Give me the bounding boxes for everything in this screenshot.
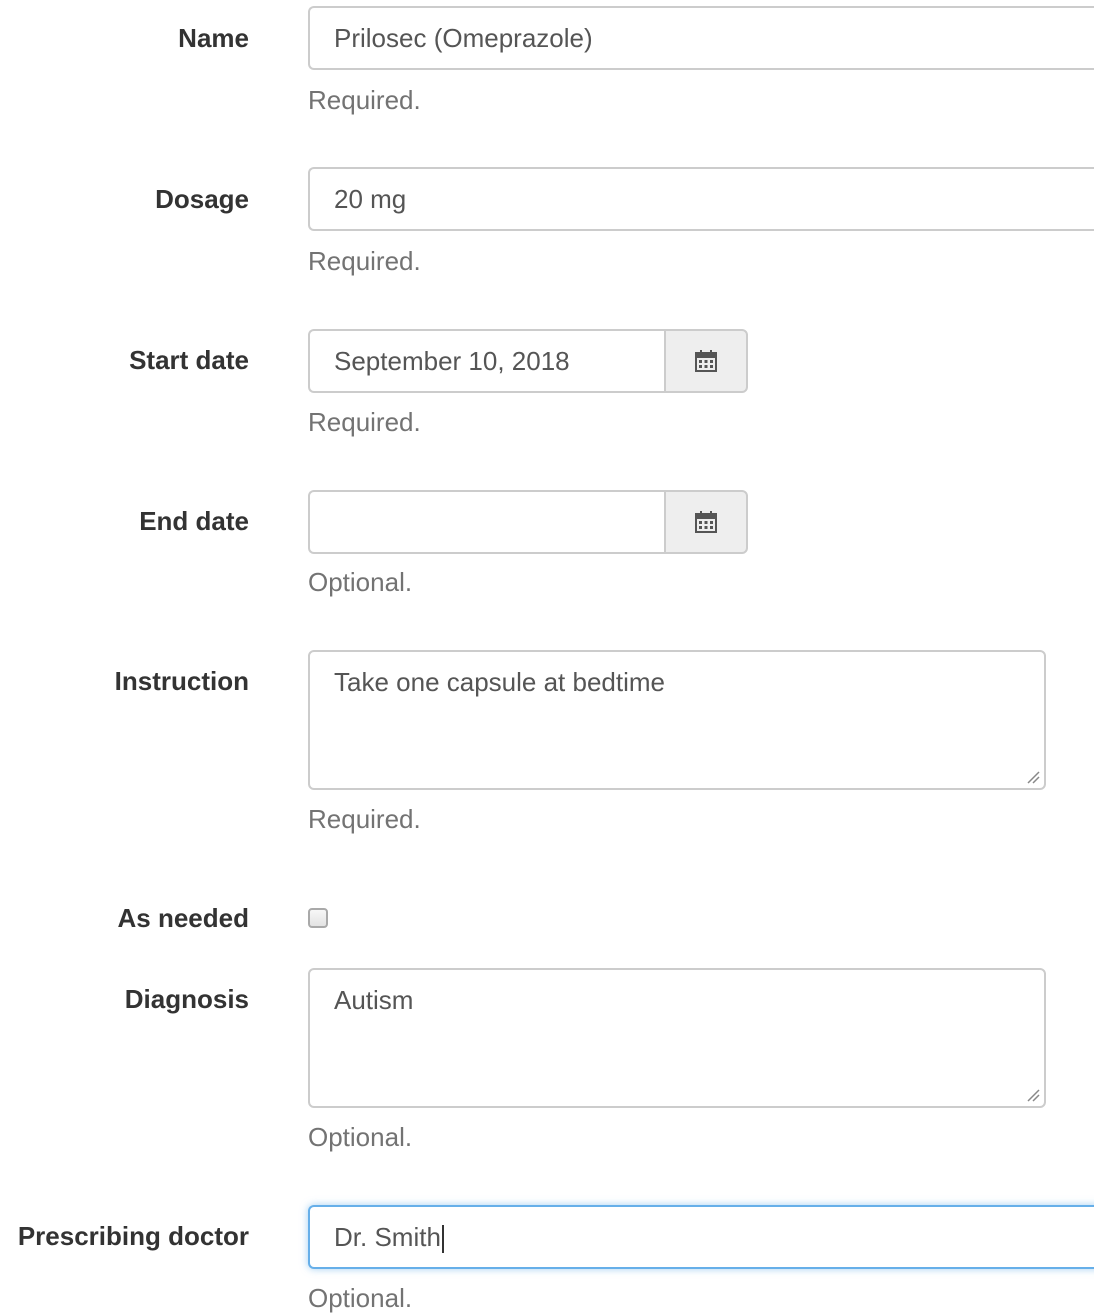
prescribing-doctor-help: Optional. — [308, 1283, 413, 1313]
end-date-group — [308, 490, 748, 554]
text-caret — [441, 1225, 444, 1254]
dosage-input[interactable]: 20 mg — [308, 167, 1094, 231]
calendar-icon — [695, 511, 717, 533]
start-date-calendar-button[interactable] — [664, 329, 748, 393]
prescribing-doctor-input[interactable]: Dr. Smith — [308, 1205, 1094, 1269]
name-label: Name — [178, 23, 249, 53]
start-date-group: September 10, 2018 — [308, 329, 748, 393]
calendar-icon — [695, 350, 717, 372]
dosage-label: Dosage — [155, 184, 249, 214]
dosage-help: Required. — [308, 246, 421, 276]
prescribing-doctor-value: Dr. Smith — [334, 1222, 441, 1252]
instruction-text: Take one capsule at bedtime — [334, 667, 665, 697]
start-date-help: Required. — [308, 407, 421, 437]
diagnosis-textarea[interactable]: Autism — [308, 968, 1046, 1108]
end-date-label: End date — [139, 506, 249, 536]
name-input[interactable]: Prilosec (Omeprazole) — [308, 6, 1094, 70]
name-help: Required. — [308, 85, 421, 115]
diagnosis-help: Optional. — [308, 1122, 413, 1152]
resize-handle-icon[interactable] — [1026, 1088, 1040, 1102]
diagnosis-label: Diagnosis — [124, 984, 249, 1014]
start-date-input[interactable]: September 10, 2018 — [308, 329, 664, 393]
end-date-input[interactable] — [308, 490, 664, 554]
end-date-calendar-button[interactable] — [664, 490, 748, 554]
resize-handle-icon[interactable] — [1026, 770, 1040, 784]
prescribing-doctor-label: Prescribing doctor — [17, 1221, 249, 1251]
as-needed-checkbox[interactable] — [308, 908, 328, 928]
instruction-help: Required. — [308, 804, 421, 834]
as-needed-label: As needed — [117, 903, 250, 933]
medication-form: Name Prilosec (Omeprazole) Required. Dos… — [0, 0, 1094, 1313]
instruction-textarea[interactable]: Take one capsule at bedtime — [308, 650, 1046, 790]
end-date-help: Optional. — [308, 567, 413, 597]
instruction-label: Instruction — [114, 666, 249, 696]
diagnosis-text: Autism — [334, 985, 414, 1015]
start-date-label: Start date — [129, 345, 249, 375]
